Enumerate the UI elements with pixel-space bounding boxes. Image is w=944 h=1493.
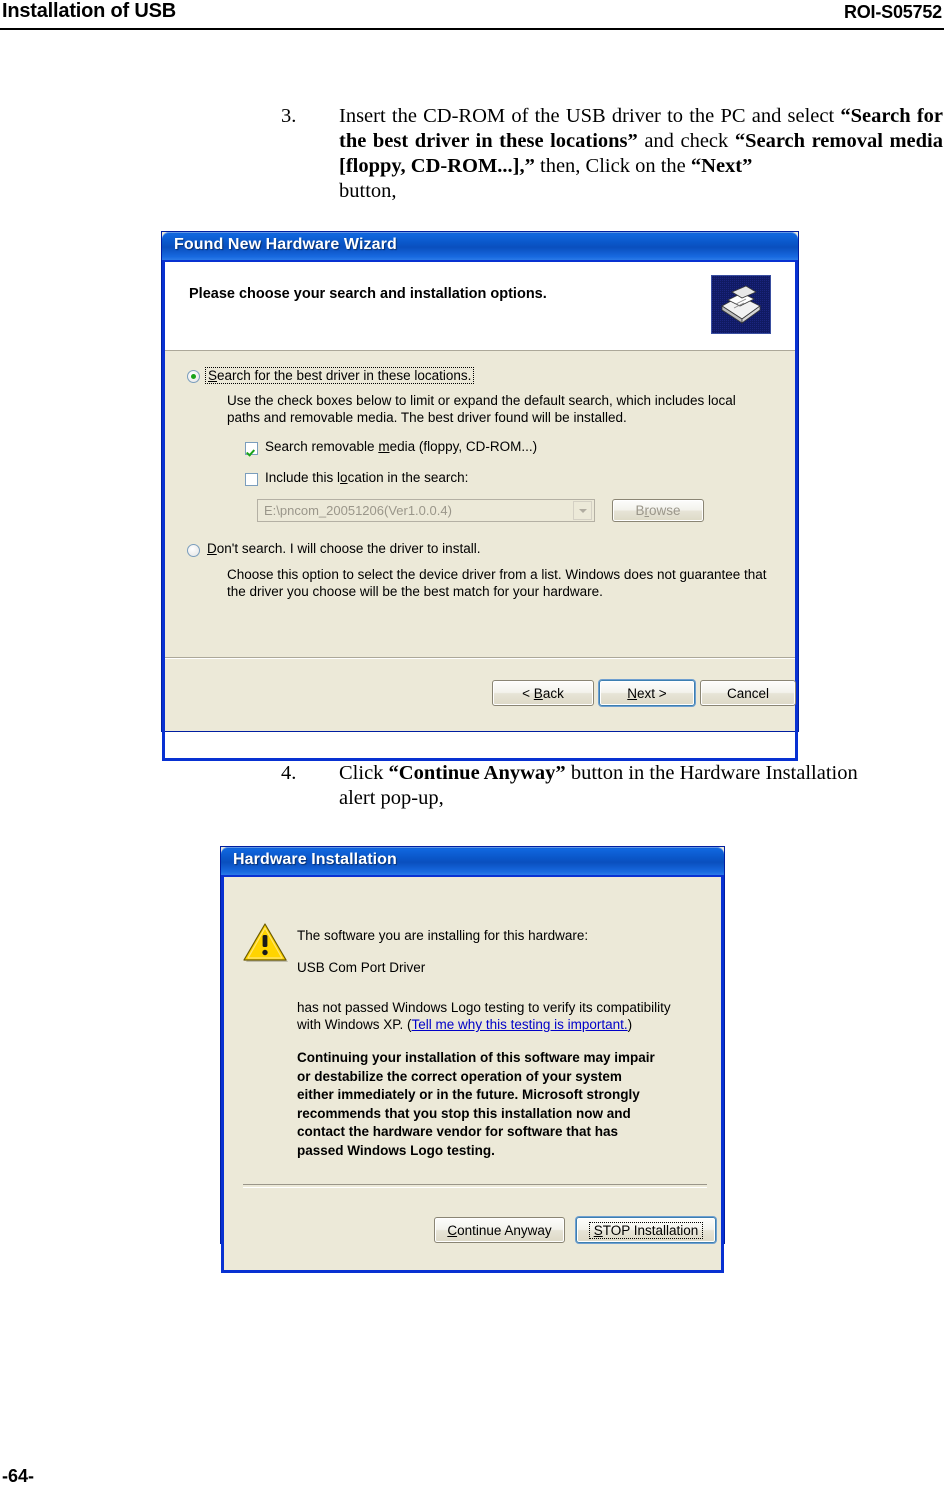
page-number-footer: -64- xyxy=(2,1466,35,1486)
checkbox-search-removable-media[interactable]: Search removable media (floppy, CD-ROM..… xyxy=(245,439,537,455)
search-option-description: Use the check boxes below to limit or ex… xyxy=(227,392,767,426)
wizard-footer: < Back Next > Cancel xyxy=(165,657,796,727)
checkbox-search-removable-media-label: Search removable media (floppy, CD-ROM..… xyxy=(265,439,538,454)
step-4-lastline: alert pop-up, xyxy=(339,787,444,809)
radio-search-best-driver[interactable]: Search for the best driver in these loca… xyxy=(187,367,475,384)
radio-search-best-driver-indicator[interactable] xyxy=(187,370,200,383)
header-document-code: ROI-S05752 xyxy=(843,2,942,22)
checkbox-search-removable-media-indicator[interactable] xyxy=(245,442,258,455)
radio-dont-search[interactable]: Don't search. I will choose the driver t… xyxy=(187,541,480,557)
radio-search-best-driver-label: Search for the best driver in these loca… xyxy=(205,367,475,384)
wizard-header-area: Please choose your search and installati… xyxy=(165,262,795,351)
why-testing-important-link[interactable]: Tell me why this testing is important. xyxy=(412,1017,628,1032)
step-4-pre: Click xyxy=(339,762,389,784)
header-document-title: Installation of USB xyxy=(2,0,176,22)
hardware-notice-line2-post: ) xyxy=(627,1017,633,1032)
hardware-device-name: USB Com Port Driver xyxy=(297,960,426,975)
wizard-title-bar: Found New Hardware Wizard xyxy=(162,232,798,262)
hardware-frame: The software you are installing for this… xyxy=(221,877,724,1273)
hardware-body: The software you are installing for this… xyxy=(224,877,721,1270)
step-3-mid-2: then, Click on the xyxy=(534,155,691,177)
wizard-frame: Please choose your search and installati… xyxy=(162,262,798,761)
continue-anyway-button[interactable]: Continue Anyway xyxy=(434,1217,565,1243)
step-3-mid-1: and check xyxy=(637,130,735,152)
header-divider xyxy=(0,28,944,30)
hardware-notice-line1: has not passed Windows Logo testing to v… xyxy=(297,1000,671,1015)
dont-search-description-line2: the driver you choose will be the best m… xyxy=(227,584,603,599)
wizard-title-text: Found New Hardware Wizard xyxy=(174,236,397,253)
page-header: Installation of USB ROI-S05752 xyxy=(0,0,944,30)
stop-installation-button-label: STOP Installation xyxy=(588,1221,704,1239)
hardware-warning-line-1: Continuing your installation of this sof… xyxy=(297,1050,655,1065)
checkbox-include-location-indicator[interactable] xyxy=(245,473,258,486)
stop-installation-button[interactable]: STOP Installation xyxy=(576,1217,716,1243)
step-3-lastline: button, xyxy=(339,180,397,202)
step-4-paragraph: 4. Click “Continue Anyway” button in the… xyxy=(281,761,943,811)
hardware-warning-line-3: either immediately or in the future. Mic… xyxy=(297,1087,640,1102)
hardware-warning-paragraph: Continuing your installation of this sof… xyxy=(297,1049,717,1160)
dont-search-description-line1: Choose this option to select the device … xyxy=(227,567,767,582)
step-4-text: Click “Continue Anyway” button in the Ha… xyxy=(339,761,943,811)
location-path-value: E:\pncom_20051206(Ver1.0.0.4) xyxy=(264,503,452,518)
step-3-paragraph: 3. Insert the CD-ROM of the USB driver t… xyxy=(281,104,943,204)
hardware-separator xyxy=(243,1184,707,1188)
hardware-installation-dialog: Hardware Installation The software you a… xyxy=(220,846,725,1273)
back-button-label: < Back xyxy=(522,685,564,701)
checkbox-include-location-label: Include this location in the search: xyxy=(265,470,469,485)
step-3-number: 3. xyxy=(281,105,297,127)
radio-dont-search-label: Don't search. I will choose the driver t… xyxy=(207,541,481,556)
hardware-notice-text: has not passed Windows Logo testing to v… xyxy=(297,999,707,1033)
hardware-warning-line-5: contact the hardware vendor for software… xyxy=(297,1124,619,1139)
step-4-quote-1: “Continue Anyway” xyxy=(388,762,566,784)
continue-anyway-button-label: Continue Anyway xyxy=(447,1222,552,1238)
warning-triangle-icon xyxy=(243,923,289,964)
step-3-quote-3: “Next” xyxy=(690,155,753,177)
hardware-notice-line2-pre: with Windows XP. ( xyxy=(297,1017,412,1032)
hardware-warning-line-4: recommends that you stop this installati… xyxy=(297,1105,631,1121)
dont-search-description: Choose this option to select the device … xyxy=(227,566,789,600)
hardware-title-bar: Hardware Installation xyxy=(221,847,724,877)
wizard-drawer-icon xyxy=(711,275,771,334)
chevron-down-icon[interactable] xyxy=(573,501,592,520)
search-option-description-line1: Use the check boxes below to limit or ex… xyxy=(227,393,736,408)
hardware-title-text: Hardware Installation xyxy=(233,851,397,868)
wizard-heading-text: Please choose your search and installati… xyxy=(189,286,547,302)
checkbox-include-location[interactable]: Include this location in the search: xyxy=(245,470,468,486)
search-option-description-line2: paths and removable media. The best driv… xyxy=(227,410,627,425)
hardware-warning-line-6: passed Windows Logo testing. xyxy=(297,1142,495,1158)
step-3-text: Insert the CD-ROM of the USB driver to t… xyxy=(339,104,943,204)
hardware-warning-line-2: or destabilize the correct operation of … xyxy=(297,1068,622,1084)
step-3-line1: Insert the CD-ROM of the USB driver to t… xyxy=(339,105,835,127)
next-button[interactable]: Next > xyxy=(599,680,695,706)
wizard-body: Search for the best driver in these loca… xyxy=(165,351,795,657)
hardware-intro-text: The software you are installing for this… xyxy=(297,928,589,943)
next-button-label: Next > xyxy=(627,685,667,701)
browse-button-label: Browse xyxy=(635,503,681,518)
back-button[interactable]: < Back xyxy=(492,680,594,706)
step-4-number: 4. xyxy=(281,762,297,784)
cancel-button-label: Cancel xyxy=(726,685,770,701)
cancel-button[interactable]: Cancel xyxy=(700,680,796,706)
radio-dont-search-indicator[interactable] xyxy=(187,544,200,557)
found-new-hardware-wizard-dialog: Found New Hardware Wizard Please choose … xyxy=(161,231,799,761)
step-4-post: button in the Hardware Installation xyxy=(565,762,858,784)
browse-button[interactable]: Browse xyxy=(612,499,704,522)
location-path-combobox[interactable]: E:\pncom_20051206(Ver1.0.0.4) xyxy=(257,499,595,522)
